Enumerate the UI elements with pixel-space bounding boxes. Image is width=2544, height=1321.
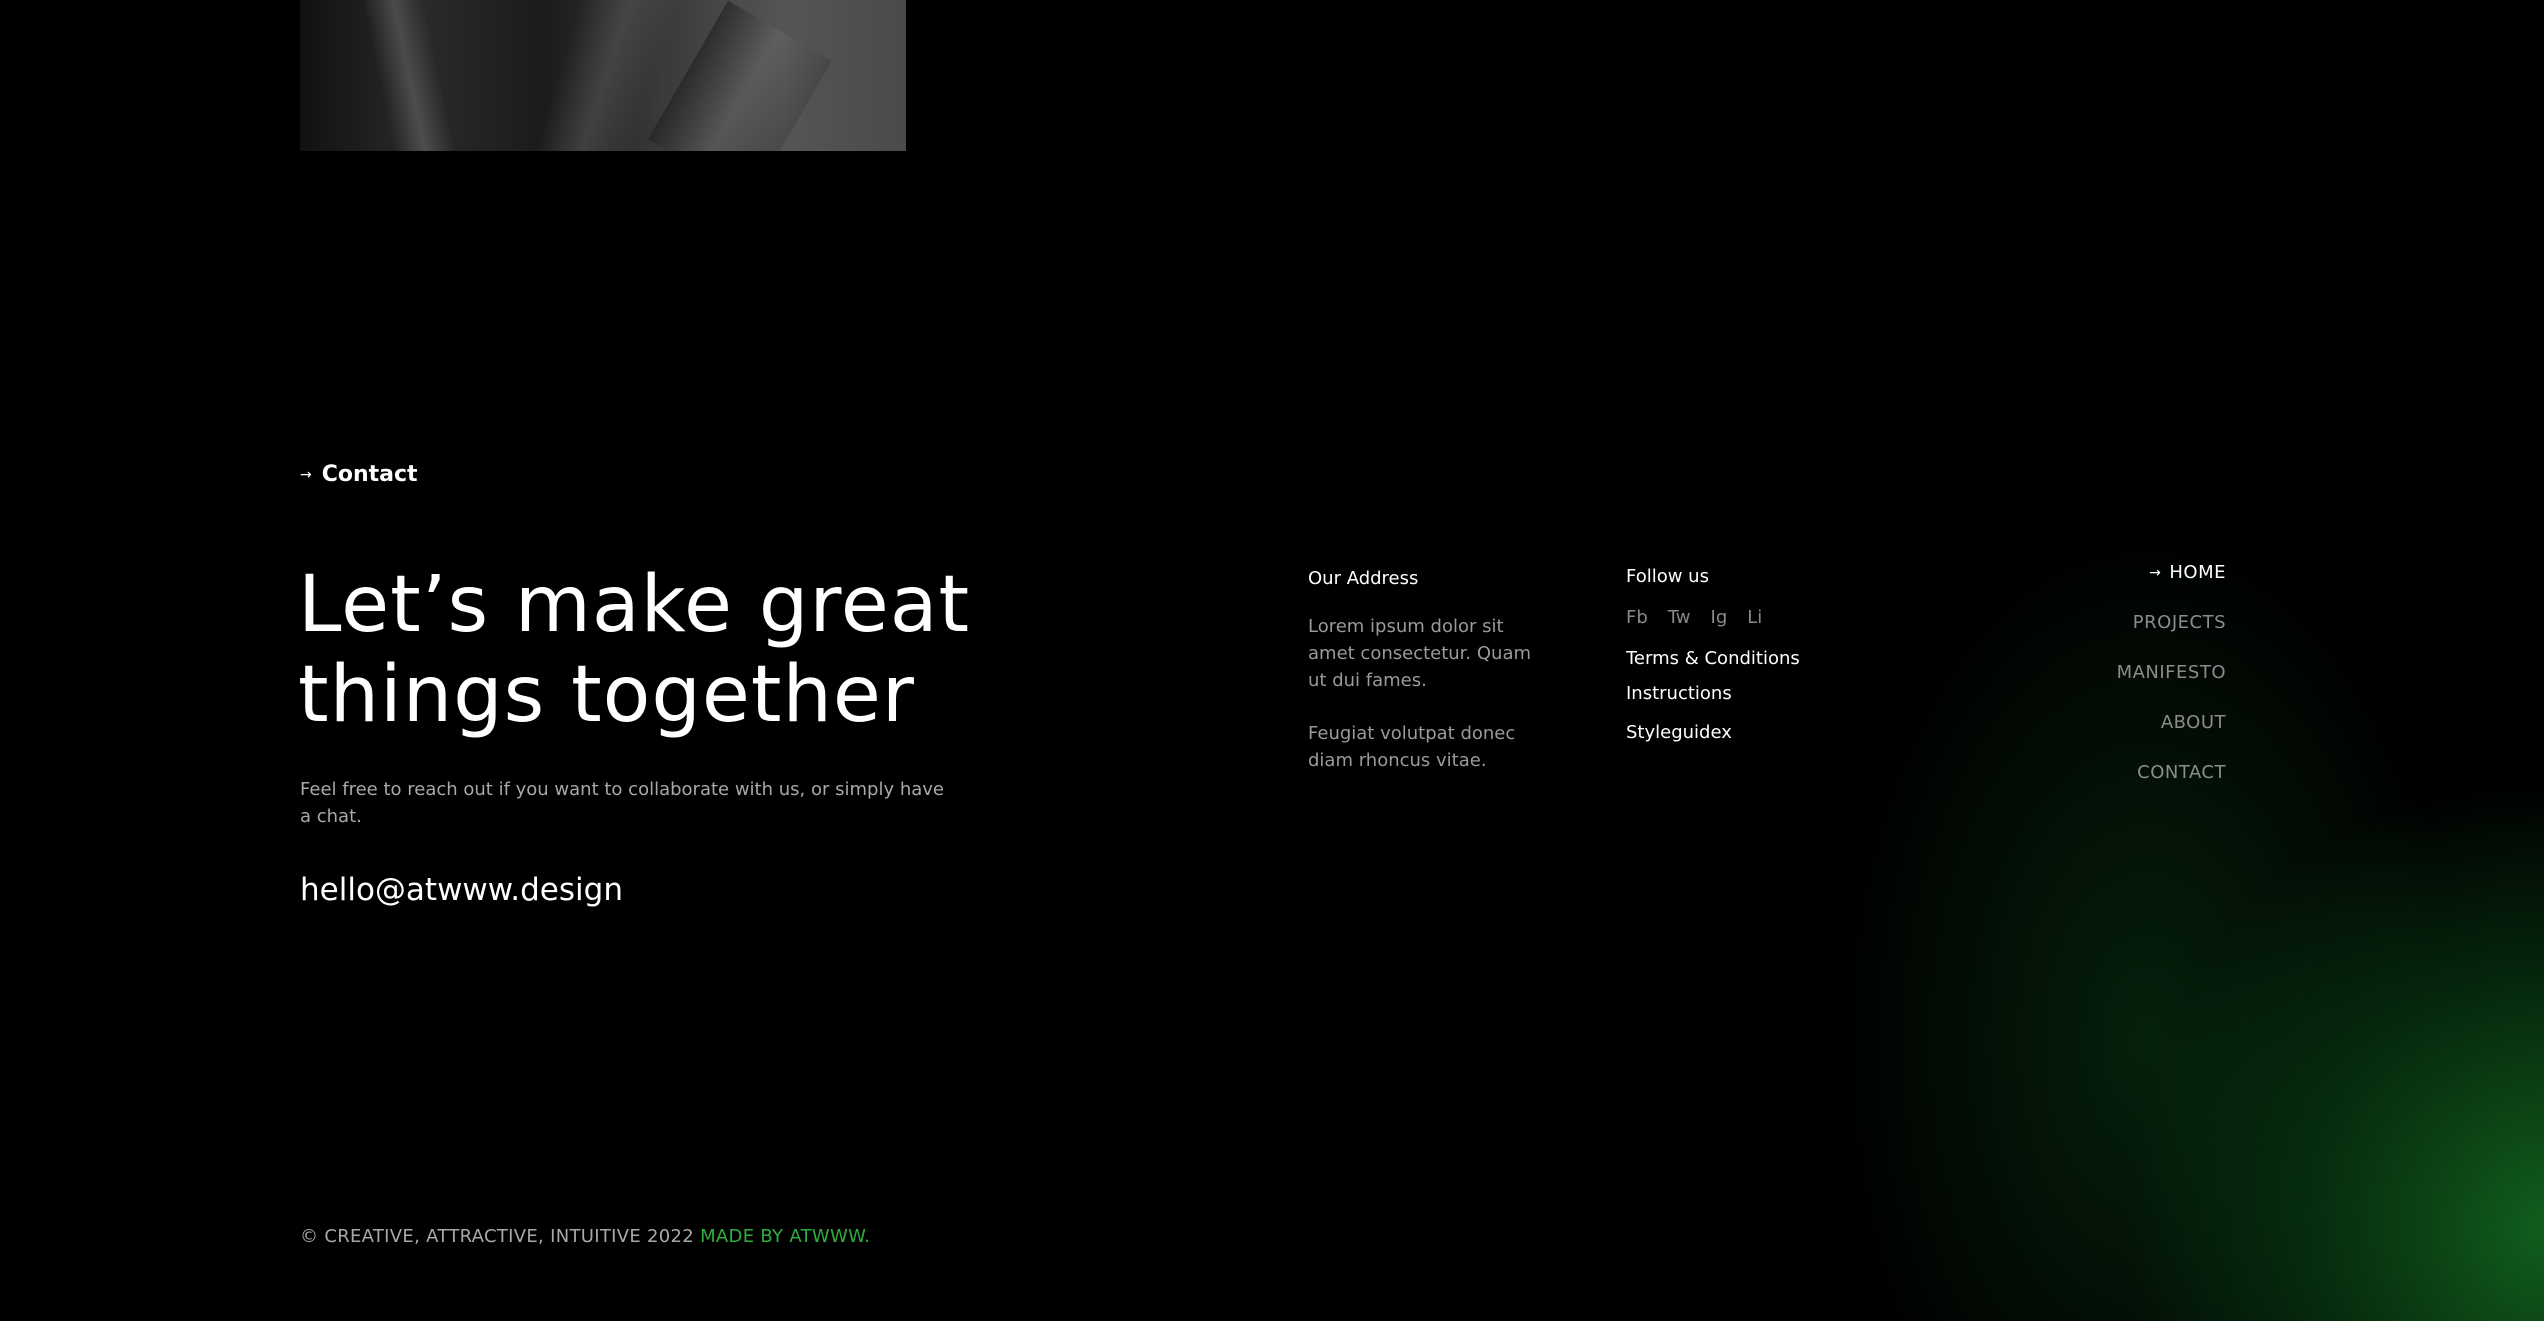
address-line-2: Feugiat volutpat donec diam rhoncus vita… [1308, 723, 1516, 771]
made-by-link[interactable]: MADE BY ATWWW. [700, 1226, 870, 1247]
page-title: Let’s make great things together [298, 560, 1058, 740]
social-link-linkedin[interactable]: Li [1747, 607, 1762, 628]
main-nav: → HOME PROJECTS MANIFESTO ABOUT CONTACT [2117, 562, 2226, 812]
nav-item-label: CONTACT [2137, 762, 2226, 783]
follow-title: Follow us [1626, 566, 1709, 587]
address-line-1: Lorem ipsum dolor sit amet consectetur. … [1308, 616, 1532, 691]
nav-item-manifesto[interactable]: MANIFESTO [2117, 662, 2226, 683]
social-link-twitter[interactable]: Tw [1668, 607, 1691, 628]
address-title: Our Address [1308, 568, 1419, 589]
email-link[interactable]: hello@atwww.design [300, 872, 623, 908]
nav-item-home[interactable]: → HOME [2117, 562, 2226, 583]
styleguide-link[interactable]: Styleguidex [1626, 722, 1886, 743]
social-link-facebook[interactable]: Fb [1626, 607, 1648, 628]
nav-item-label: MANIFESTO [2116, 662, 2226, 683]
instructions-link[interactable]: Instructions [1626, 683, 1886, 704]
headline-line-2: things together [298, 650, 915, 740]
headline-line-1: Let’s make great [298, 560, 971, 650]
footer-copyright: © CREATIVE, ATTRACTIVE, INTUITIVE 2022 M… [300, 1226, 870, 1247]
copyright-text: © CREATIVE, ATTRACTIVE, INTUITIVE 2022 [300, 1226, 695, 1247]
address-block: Our Address Lorem ipsum dolor sit amet c… [1308, 568, 1548, 800]
social-links: Fb Tw Ig Li [1626, 607, 1886, 628]
contact-section-label: → Contact [300, 462, 418, 487]
nav-item-label: ABOUT [2160, 712, 2226, 733]
arrow-right-icon: → [2149, 564, 2162, 581]
green-glow-background [1664, 390, 2544, 1321]
page: → Contact Let’s make great things togeth… [0, 0, 2544, 1321]
nav-item-label: HOME [2169, 562, 2226, 583]
contact-label-text: Contact [321, 462, 418, 487]
social-link-instagram[interactable]: Ig [1711, 607, 1728, 628]
nav-item-label: PROJECTS [2132, 612, 2226, 633]
nav-item-projects[interactable]: PROJECTS [2117, 612, 2226, 633]
hero-photo [300, 0, 906, 151]
terms-link[interactable]: Terms & Conditions [1626, 648, 1886, 669]
contact-subtext: Feel free to reach out if you want to co… [300, 779, 944, 827]
follow-block: Follow us Fb Tw Ig Li Terms & Conditions… [1626, 566, 1886, 757]
nav-item-contact[interactable]: CONTACT [2117, 762, 2226, 783]
arrow-right-icon: → [300, 466, 312, 483]
nav-item-about[interactable]: ABOUT [2117, 712, 2226, 733]
